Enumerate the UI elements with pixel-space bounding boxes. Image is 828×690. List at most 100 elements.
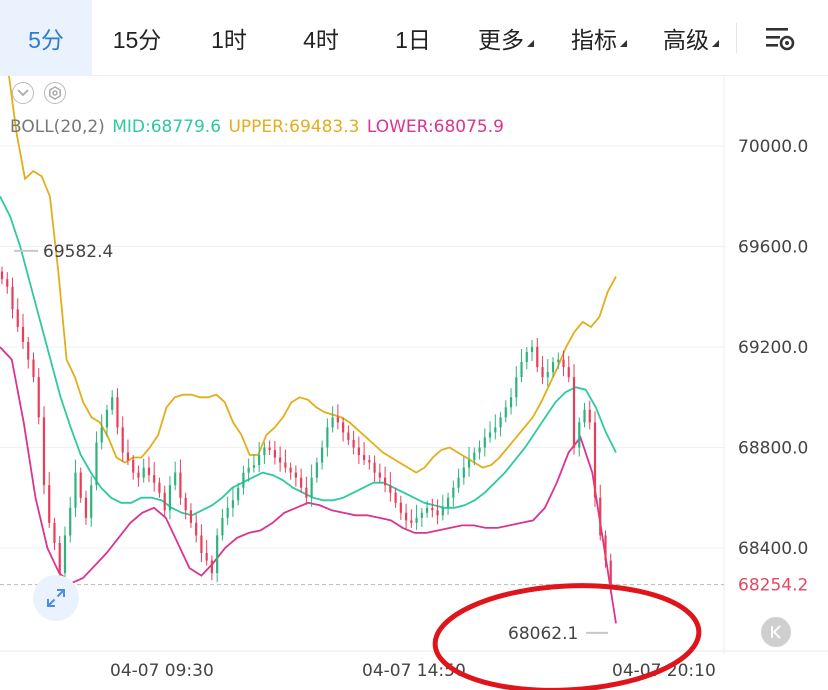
candle-body (226, 507, 229, 518)
chart-settings-button[interactable] (762, 22, 798, 54)
candle-body (394, 492, 397, 503)
candle-body (168, 485, 172, 511)
candle-body (21, 326, 25, 342)
candle-body (189, 510, 193, 523)
tab-5min[interactable]: 5分 (0, 0, 92, 76)
candle-body (121, 427, 124, 453)
candle-body (342, 422, 345, 433)
candle-body (567, 367, 570, 378)
candle-body (352, 439, 355, 448)
candle-body (488, 432, 492, 438)
indicator-toolbar (12, 82, 66, 104)
candle-body (599, 497, 602, 536)
candle-body (541, 367, 544, 378)
candle-body (336, 417, 339, 423)
candle-body (504, 407, 507, 418)
candle-body (100, 427, 103, 443)
candle-body (363, 455, 366, 461)
candle-body (294, 472, 297, 478)
tab-label: 高级 (663, 26, 709, 53)
candle-body (404, 512, 408, 521)
candle-body (310, 477, 313, 498)
candle-body (583, 409, 586, 423)
candle-body (347, 432, 350, 440)
candle-body (163, 492, 166, 511)
candle-body (572, 377, 576, 448)
candle-body (221, 517, 224, 536)
candle-body (436, 510, 439, 516)
candle-body (326, 427, 329, 448)
tab-indicators[interactable]: 指标 (554, 0, 644, 76)
candle-body (158, 482, 161, 493)
chevron-down-icon[interactable] (12, 82, 34, 104)
tab-4hour[interactable]: 4时 (276, 0, 366, 76)
candle-body (557, 359, 560, 363)
candle-body (410, 520, 413, 523)
candle-body (195, 522, 198, 536)
candle-body (467, 460, 471, 468)
candle-body (415, 517, 418, 523)
candle-body (174, 472, 177, 486)
boll-name: BOLL(20,2) (10, 117, 105, 137)
tab-advanced[interactable]: 高级 (646, 0, 736, 76)
dropdown-caret-icon (620, 40, 627, 47)
candle-body (425, 507, 429, 513)
candle-body (441, 507, 444, 516)
candle-body (315, 462, 318, 478)
tab-label: 1时 (211, 26, 247, 53)
candle-body (74, 472, 77, 508)
candle-body (321, 447, 324, 463)
candle-body (105, 409, 109, 428)
candle-body (237, 487, 240, 501)
x-tick-label: 04-07 14:50 (362, 661, 466, 681)
candle-body (515, 377, 518, 398)
dropdown-caret-icon (712, 40, 719, 47)
candle-body (205, 553, 208, 561)
candle-body (551, 362, 555, 373)
candle-body (525, 352, 528, 363)
candle-body (142, 467, 145, 478)
candle-body (536, 347, 539, 368)
candle-body (483, 437, 486, 448)
x-tick-label: 04-07 09:30 (110, 661, 214, 681)
candle-body (562, 359, 565, 368)
candle-body (273, 450, 276, 458)
candle-body (457, 477, 460, 488)
candle-body (383, 477, 387, 486)
dropdown-caret-icon (527, 40, 534, 47)
candle-body (79, 472, 82, 498)
tab-label: 指标 (571, 26, 617, 53)
candle-body (258, 455, 261, 466)
candle-body (609, 560, 612, 585)
fullscreen-button[interactable] (33, 575, 79, 621)
tab-1day[interactable]: 1日 (366, 0, 460, 76)
candle-body (137, 472, 140, 478)
scroll-to-latest-button[interactable] (761, 617, 791, 647)
tab-label: 4时 (303, 26, 339, 53)
candle-body (478, 447, 481, 453)
boll-lower-line (0, 346, 617, 624)
candle-body (147, 467, 151, 476)
candle-body (420, 512, 423, 518)
candle-body (357, 447, 360, 456)
candle-body (389, 485, 392, 493)
max-price-label: 69582.4 (43, 242, 113, 262)
tab-15min[interactable]: 15分 (92, 0, 182, 76)
candle-body (509, 397, 513, 408)
chart-settings-icon (766, 28, 795, 51)
y-tick-label: 70000.0 (738, 137, 808, 157)
last-price-label: 68254.2 (738, 576, 808, 596)
candle-body (331, 417, 334, 428)
candle-body (63, 535, 67, 574)
hexagon-gear-icon[interactable] (44, 82, 66, 104)
tab-1hour[interactable]: 1时 (182, 0, 276, 76)
candlestick-chart[interactable]: 70000.0 69600.0 69200.0 68800.0 68400.0 04-07… (0, 76, 828, 690)
candle-body (0, 271, 4, 280)
boll-upper-value: UPPER:69483.3 (228, 117, 360, 137)
candle-body (268, 447, 271, 451)
tab-more[interactable]: 更多 (462, 0, 550, 76)
candle-body (399, 502, 402, 513)
y-tick-label: 69200.0 (738, 338, 808, 358)
candle-body (378, 472, 381, 478)
candle-body (494, 427, 497, 433)
